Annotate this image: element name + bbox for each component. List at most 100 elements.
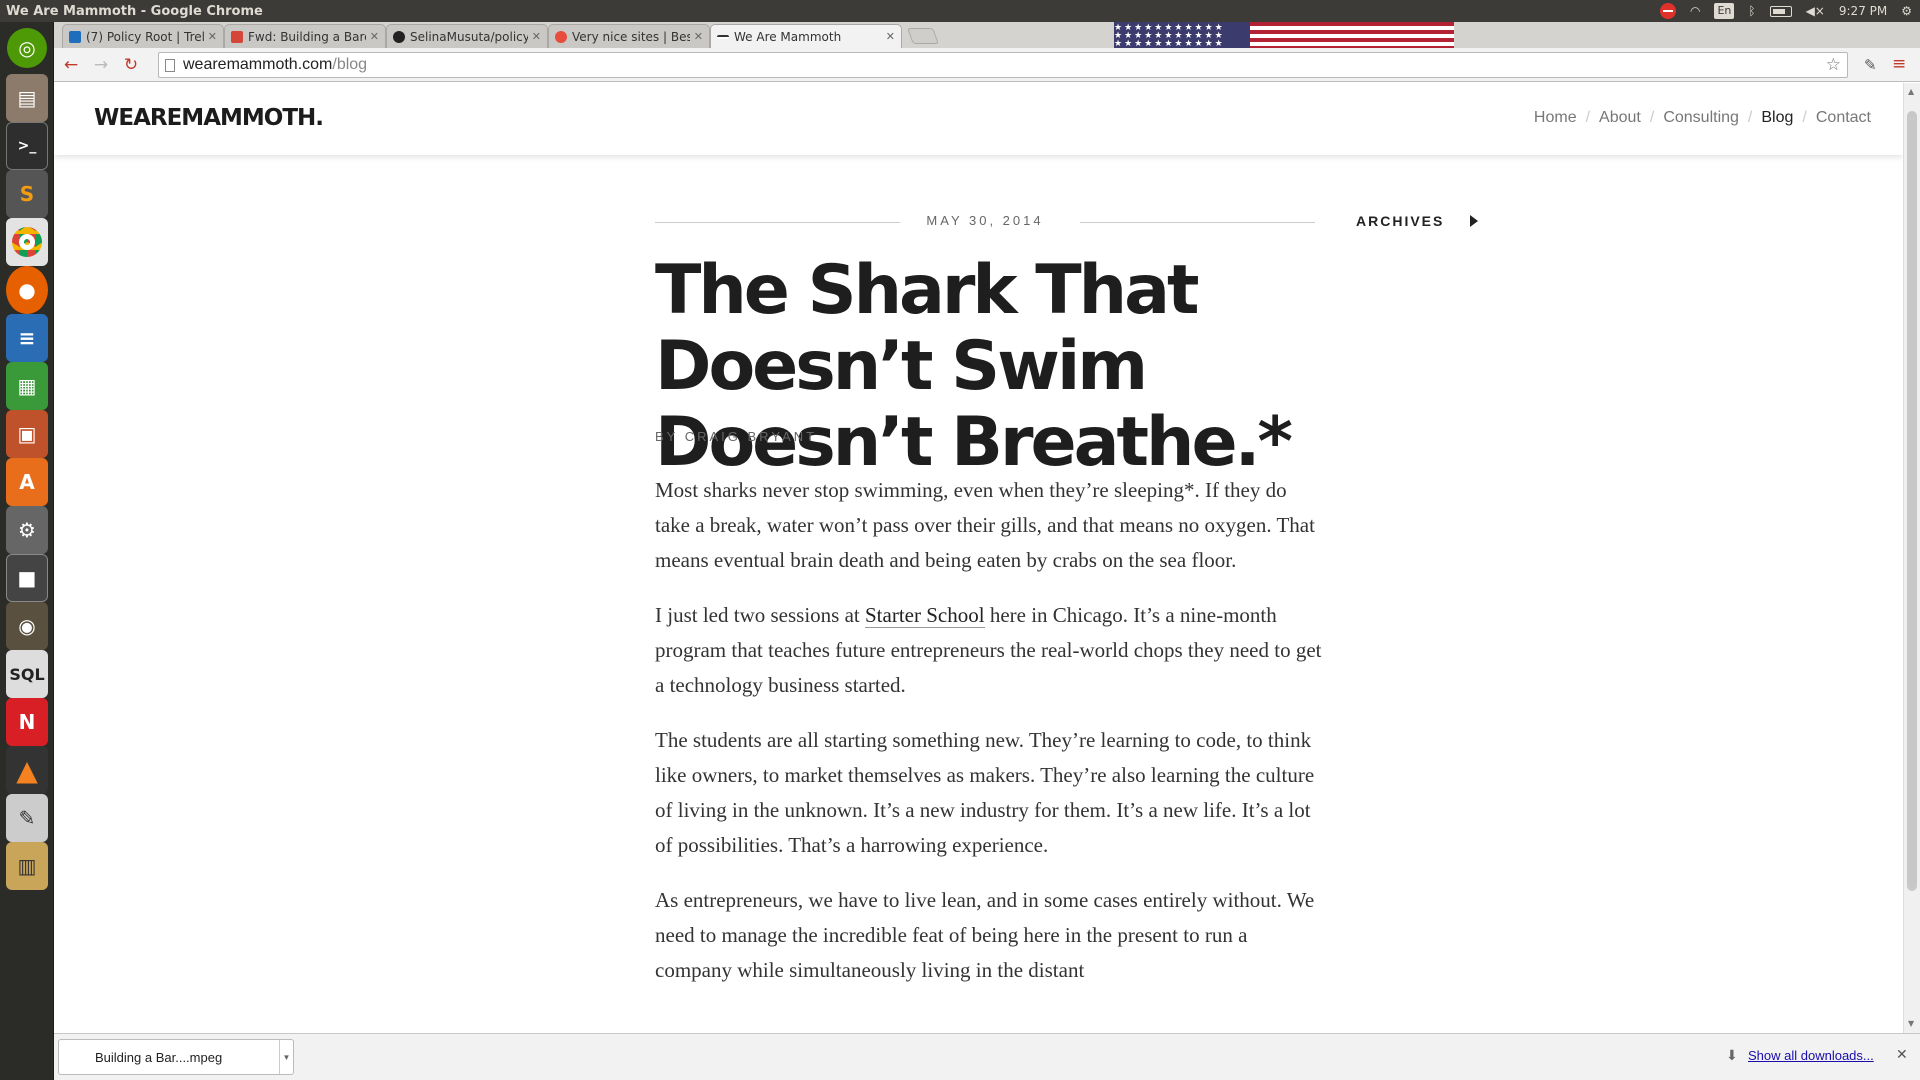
github-favicon-icon <box>393 30 405 43</box>
url-host: wearemammoth.com <box>183 56 333 73</box>
gear-icon[interactable]: ⚙ <box>1901 2 1912 20</box>
back-icon[interactable]: ← <box>58 52 84 78</box>
tab-label: SelinaMusuta/policyroot <box>410 29 528 44</box>
site-header: WEAREMAMMOTH. Home / About / Consulting … <box>54 83 1903 155</box>
tab-label: We Are Mammoth <box>734 29 842 44</box>
download-filename: Building a Bar....mpeg <box>95 1049 223 1065</box>
flag-stars: ★★★★★★★★★★★ ★★★★★★★★★★★ ★★★★★★★★★★★ <box>1114 22 1250 48</box>
address-bar[interactable]: wearemammoth.com/blog ☆ <box>158 52 1848 78</box>
archives-toggle[interactable]: ARCHIVES <box>1356 213 1479 229</box>
lock-screen-icon[interactable]: ■ <box>6 554 48 602</box>
post-title: The Shark That Doesn’t Swim Doesn’t Brea… <box>655 251 1293 482</box>
sublime-text-icon[interactable]: S <box>6 170 48 218</box>
trello-favicon-icon <box>69 30 81 43</box>
writer-icon[interactable]: ≡ <box>6 314 48 362</box>
tab-trello[interactable]: (7) Policy Root | Trello ✕ <box>62 24 224 48</box>
heart-favicon-icon <box>555 30 567 43</box>
nav-separator: / <box>1585 109 1591 126</box>
browser-toolbar: ← → ↻ wearemammoth.com/blog ☆ ✎ ≡ <box>54 48 1920 82</box>
window-title: We Are Mammoth - Google Chrome <box>6 3 263 19</box>
post-body: Most sharks never stop swimming, even wh… <box>655 473 1325 1008</box>
close-tab-icon[interactable]: ✕ <box>694 30 703 43</box>
mammoth-favicon-icon <box>717 34 729 39</box>
menu-icon[interactable]: ≡ <box>1892 54 1906 74</box>
nav-separator: / <box>1747 109 1753 126</box>
bluetooth-icon[interactable]: ᛒ <box>1748 2 1755 20</box>
tab-label: Very nice sites | Best web <box>572 29 690 44</box>
paragraph-text: I just led two sessions at <box>655 603 865 627</box>
nav-consulting[interactable]: Consulting <box>1663 109 1739 127</box>
tab-gmail[interactable]: Fwd: Building a Bare Bon ✕ <box>224 24 386 48</box>
close-icon[interactable]: ✕ <box>1896 1047 1908 1063</box>
close-tab-icon[interactable]: ✕ <box>370 30 379 43</box>
close-tab-icon[interactable]: ✕ <box>208 30 217 43</box>
close-tab-icon[interactable]: ✕ <box>532 30 541 43</box>
scroll-down-icon[interactable]: ▼ <box>1908 1019 1914 1028</box>
post-date: MAY 30, 2014 <box>926 213 1044 228</box>
nav-separator: / <box>1649 109 1655 126</box>
scrollbar-thumb[interactable] <box>1907 111 1917 891</box>
clock[interactable]: 9:27 PM <box>1839 2 1887 20</box>
tab-we-are-mammoth[interactable]: We Are Mammoth ✕ <box>710 24 902 48</box>
dropdown-arrow-icon[interactable]: ▼ <box>279 1040 293 1074</box>
post-byline: BY CRAIG BRYANT <box>655 429 818 444</box>
nav-blog[interactable]: Blog <box>1761 109 1793 127</box>
post-paragraph: The students are all starting something … <box>655 728 1315 857</box>
archive-icon[interactable]: ▥ <box>6 842 48 890</box>
vlc-icon[interactable]: ▲ <box>6 746 48 794</box>
divider <box>1080 222 1315 223</box>
arrow-right-icon <box>1470 215 1479 227</box>
post-paragraph: I just led two sessions at Starter Schoo… <box>655 598 1325 703</box>
nav-home[interactable]: Home <box>1534 109 1577 127</box>
site-nav: Home / About / Consulting / Blog / Conta… <box>1534 109 1871 127</box>
nav-about[interactable]: About <box>1599 109 1641 127</box>
volume-muted-icon[interactable]: ◀× <box>1806 2 1825 20</box>
sql-icon[interactable]: SQL <box>6 650 48 698</box>
reload-icon[interactable]: ↻ <box>118 52 144 78</box>
show-all-downloads-link[interactable]: Show all downloads... <box>1748 1048 1874 1063</box>
tab-strip: (7) Policy Root | Trello ✕ Fwd: Building… <box>54 22 1920 48</box>
wifi-icon[interactable]: ◠ <box>1690 2 1700 20</box>
dash-icon[interactable]: ◎ <box>7 28 47 68</box>
forward-icon[interactable]: → <box>88 52 114 78</box>
chrome-icon[interactable] <box>6 218 48 266</box>
calc-icon[interactable]: ▦ <box>6 362 48 410</box>
nav-contact[interactable]: Contact <box>1816 109 1871 127</box>
keyboard-language[interactable]: En <box>1714 3 1735 19</box>
scroll-up-icon[interactable]: ▲ <box>1908 87 1914 96</box>
settings-icon[interactable]: ⚙ <box>6 506 48 554</box>
gmail-favicon-icon <box>231 30 243 43</box>
indicator-area: ◠ En ᛒ ◀× 9:27 PM ⚙ <box>1659 2 1920 20</box>
top-panel: We Are Mammoth - Google Chrome ◠ En ᛒ ◀×… <box>0 0 1920 22</box>
extension-pen-icon[interactable]: ✎ <box>1864 56 1877 74</box>
download-shelf: Building a Bar....mpeg ▼ ⬇ Show all down… <box>54 1033 1920 1080</box>
starter-school-link[interactable]: Starter School <box>865 603 985 628</box>
battery-icon[interactable] <box>1769 5 1792 17</box>
page-viewport: WEAREMAMMOTH. Home / About / Consulting … <box>54 83 1903 1033</box>
files-icon[interactable]: ▤ <box>6 74 48 122</box>
stop-indicator-icon[interactable] <box>1659 3 1676 19</box>
post-paragraph: As entrepreneurs, we have to live lean, … <box>655 888 1315 982</box>
tab-nice-sites[interactable]: Very nice sites | Best web ✕ <box>548 24 710 48</box>
gimp-icon[interactable]: ◉ <box>6 602 48 650</box>
tab-label: Fwd: Building a Bare Bon <box>248 29 366 44</box>
download-item[interactable]: Building a Bar....mpeg ▼ <box>58 1039 294 1075</box>
page-scrollbar[interactable]: ▲ ▼ <box>1903 83 1920 1033</box>
text-editor-icon[interactable]: ✎ <box>6 794 48 842</box>
close-tab-icon[interactable]: ✕ <box>886 30 895 43</box>
software-center-icon[interactable]: A <box>6 458 48 506</box>
chrome-window: (7) Policy Root | Trello ✕ Fwd: Building… <box>54 22 1920 1080</box>
new-tab-button[interactable] <box>907 28 939 44</box>
terminal-icon[interactable]: >_ <box>6 122 48 170</box>
post-date-row: MAY 30, 2014 <box>655 213 1315 233</box>
firefox-icon[interactable]: ● <box>6 266 48 314</box>
unity-launcher: ◎ ▤ >_ S ● ≡ ▦ ▣ A ⚙ ■ ◉ SQL N ▲ ✎ ▥ <box>0 22 54 1080</box>
download-arrow-icon: ⬇ <box>1726 1048 1738 1064</box>
site-logo[interactable]: WEAREMAMMOTH. <box>94 105 324 131</box>
url-path: /blog <box>332 56 368 73</box>
netflix-icon[interactable]: N <box>6 698 48 746</box>
impress-icon[interactable]: ▣ <box>6 410 48 458</box>
tab-github[interactable]: SelinaMusuta/policyroot ✕ <box>386 24 548 48</box>
bookmark-star-icon[interactable]: ☆ <box>1826 55 1841 75</box>
tab-label: (7) Policy Root | Trello <box>86 29 204 44</box>
